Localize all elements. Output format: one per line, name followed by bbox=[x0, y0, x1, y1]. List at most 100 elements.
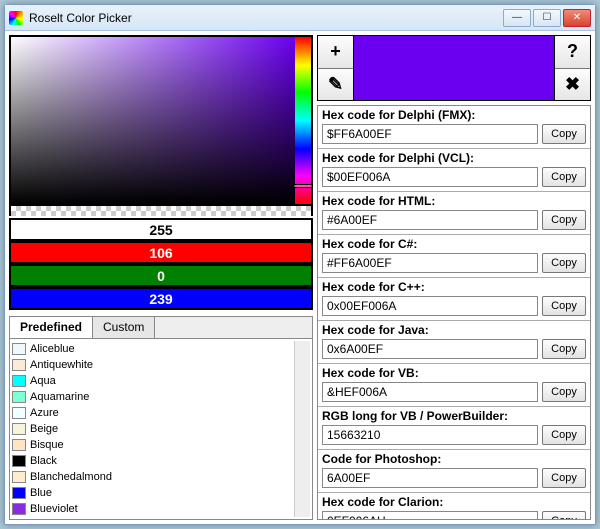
blue-value[interactable]: 239 bbox=[9, 287, 313, 310]
swatch-label: Black bbox=[30, 455, 57, 467]
client-area: 255 106 0 239 Predefined Custom Aliceblu… bbox=[5, 31, 595, 524]
swatch-label: Aquamarine bbox=[30, 391, 89, 403]
hue-slider[interactable] bbox=[295, 37, 311, 204]
swatch-icon bbox=[12, 455, 26, 467]
code-row: 6A00EFCopy bbox=[322, 468, 586, 488]
list-item[interactable]: Blanchedalmond bbox=[12, 469, 294, 485]
code-value[interactable]: $00EF006A bbox=[322, 167, 538, 187]
rgb-readout: 255 106 0 239 bbox=[9, 218, 313, 310]
left-column: 255 106 0 239 Predefined Custom Aliceblu… bbox=[9, 35, 313, 520]
code-label: Hex code for Delphi (FMX): bbox=[322, 108, 586, 122]
list-item[interactable]: Antiquewhite bbox=[12, 357, 294, 373]
palette-tabs: Predefined Custom AliceblueAntiquewhiteA… bbox=[9, 316, 313, 520]
swatch-label: Beige bbox=[30, 423, 58, 435]
copy-button[interactable]: Copy bbox=[542, 253, 586, 273]
swatch-icon bbox=[12, 503, 26, 515]
list-item[interactable]: Blueviolet bbox=[12, 501, 294, 517]
eyedropper-button[interactable]: ✎ bbox=[318, 69, 353, 101]
code-label: Hex code for C#: bbox=[322, 237, 586, 251]
code-output-list: Hex code for Delphi (FMX):$FF6A00EFCopyH… bbox=[317, 105, 591, 520]
code-value[interactable]: 0x6A00EF bbox=[322, 339, 538, 359]
minimize-button[interactable]: — bbox=[503, 9, 531, 27]
code-label: Hex code for Delphi (VCL): bbox=[322, 151, 586, 165]
copy-button[interactable]: Copy bbox=[542, 382, 586, 402]
alpha-value[interactable]: 255 bbox=[9, 218, 313, 241]
swatch-icon bbox=[12, 439, 26, 451]
list-item[interactable]: Aquamarine bbox=[12, 389, 294, 405]
tabstrip: Predefined Custom bbox=[10, 317, 312, 339]
code-row: $FF6A00EFCopy bbox=[322, 124, 586, 144]
copy-button[interactable]: Copy bbox=[542, 124, 586, 144]
swatch-label: Blue bbox=[30, 487, 52, 499]
list-item[interactable]: Black bbox=[12, 453, 294, 469]
code-value[interactable]: #6A00EF bbox=[322, 210, 538, 230]
swatch-icon bbox=[12, 359, 26, 371]
copy-button[interactable]: Copy bbox=[542, 468, 586, 488]
swatch-icon bbox=[12, 487, 26, 499]
code-row: &HEF006ACopy bbox=[322, 382, 586, 402]
code-value[interactable]: 15663210 bbox=[322, 425, 538, 445]
red-value[interactable]: 106 bbox=[9, 241, 313, 264]
code-group: RGB long for VB / PowerBuilder:15663210C… bbox=[318, 407, 590, 450]
brush-icon: ✎ bbox=[328, 74, 343, 95]
settings-button[interactable]: ✖ bbox=[555, 69, 590, 101]
green-value[interactable]: 0 bbox=[9, 264, 313, 287]
code-row: $00EF006ACopy bbox=[322, 167, 586, 187]
code-row: 0EF006AH Copy bbox=[322, 511, 586, 520]
code-value[interactable]: $FF6A00EF bbox=[322, 124, 538, 144]
code-value[interactable]: #FF6A00EF bbox=[322, 253, 538, 273]
copy-button[interactable]: Copy bbox=[542, 511, 586, 520]
copy-button[interactable]: Copy bbox=[542, 296, 586, 316]
code-row: #FF6A00EFCopy bbox=[322, 253, 586, 273]
app-icon bbox=[9, 11, 23, 25]
titlebar[interactable]: Roselt Color Picker — ☐ ✕ bbox=[5, 5, 595, 31]
code-value[interactable]: 0x00EF006A bbox=[322, 296, 538, 316]
preview-right-tools: ? ✖ bbox=[554, 36, 590, 100]
saturation-value-field[interactable] bbox=[11, 37, 295, 204]
code-label: Hex code for C++: bbox=[322, 280, 586, 294]
code-row: 15663210Copy bbox=[322, 425, 586, 445]
copy-button[interactable]: Copy bbox=[542, 425, 586, 445]
preview-left-tools: + ✎ bbox=[318, 36, 354, 100]
swatch-icon bbox=[12, 375, 26, 387]
list-item[interactable]: Beige bbox=[12, 421, 294, 437]
tab-predefined[interactable]: Predefined bbox=[10, 317, 93, 338]
swatch-label: Aliceblue bbox=[30, 343, 75, 355]
alpha-strip[interactable] bbox=[9, 206, 313, 216]
list-item[interactable]: Aliceblue bbox=[12, 341, 294, 357]
code-label: Code for Photoshop: bbox=[322, 452, 586, 466]
code-value[interactable]: &HEF006A bbox=[322, 382, 538, 402]
swatch-icon bbox=[12, 423, 26, 435]
predefined-color-list[interactable]: Aliceblue Antiquewhite Aqua Aquamarine Azure… bbox=[10, 339, 312, 519]
list-scrollbar[interactable] bbox=[294, 341, 310, 517]
swatch-label: Blueviolet bbox=[30, 503, 78, 515]
code-group: Hex code for Delphi (FMX): $FF6A00EFCopy bbox=[318, 106, 590, 149]
list-item[interactable]: Bisque bbox=[12, 437, 294, 453]
window-buttons: — ☐ ✕ bbox=[503, 9, 591, 27]
current-color-swatch bbox=[354, 36, 554, 100]
list-item[interactable]: Aqua bbox=[12, 373, 294, 389]
swatch-icon bbox=[12, 343, 26, 355]
help-icon: ? bbox=[567, 41, 578, 62]
add-color-button[interactable]: + bbox=[318, 36, 353, 69]
maximize-button[interactable]: ☐ bbox=[533, 9, 561, 27]
copy-button[interactable]: Copy bbox=[542, 210, 586, 230]
code-group: Code for Photoshop: 6A00EFCopy bbox=[318, 450, 590, 493]
tab-custom[interactable]: Custom bbox=[93, 317, 155, 338]
copy-button[interactable]: Copy bbox=[542, 167, 586, 187]
swatch-icon bbox=[12, 407, 26, 419]
swatch-label: Antiquewhite bbox=[30, 359, 93, 371]
list-item[interactable]: Azure bbox=[12, 405, 294, 421]
code-group: Hex code for Clarion:0EF006AHCopy bbox=[318, 493, 590, 520]
list-item[interactable]: Blue bbox=[12, 485, 294, 501]
close-button[interactable]: ✕ bbox=[563, 9, 591, 27]
help-button[interactable]: ? bbox=[555, 36, 590, 69]
hue-cursor[interactable] bbox=[293, 184, 313, 188]
code-value[interactable]: 6A00EF bbox=[322, 468, 538, 488]
color-field-wrap bbox=[9, 35, 313, 206]
code-group: Hex code for C#: #FF6A00EFCopy bbox=[318, 235, 590, 278]
plus-icon: + bbox=[330, 41, 341, 62]
code-value[interactable]: 0EF006AH bbox=[322, 511, 538, 520]
color-preview: + ✎ ? ✖ bbox=[317, 35, 591, 101]
copy-button[interactable]: Copy bbox=[542, 339, 586, 359]
